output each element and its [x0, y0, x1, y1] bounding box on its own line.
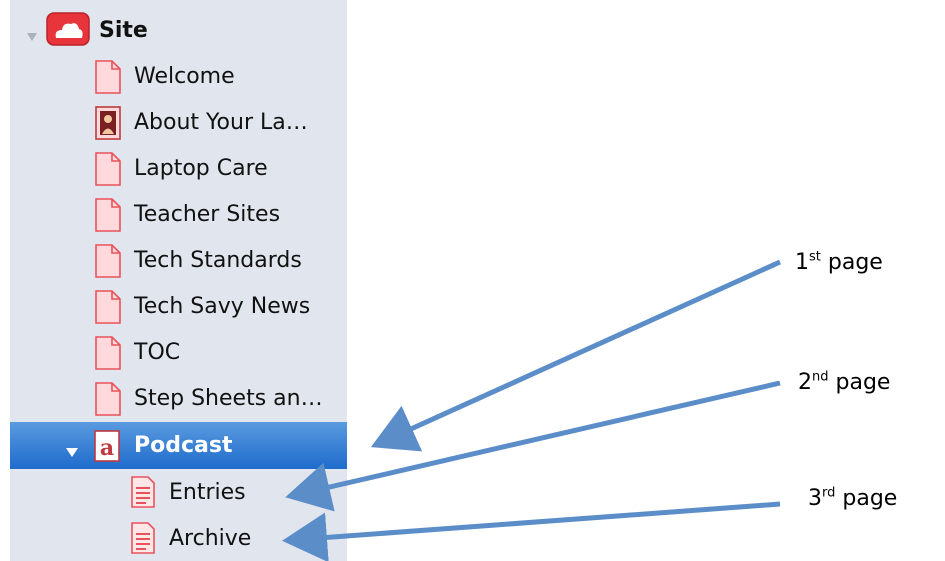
annotation-suffix: nd [812, 369, 829, 385]
annotation-text: page [827, 250, 883, 275]
arrow-2nd-page [285, 380, 781, 512]
annotation-2nd-page: 2nd page [798, 370, 890, 395]
annotation-arrows [282, 259, 782, 561]
annotation-suffix: rd [822, 485, 836, 501]
annotation-number: 1 [795, 250, 809, 275]
arrow-3rd-page [282, 501, 781, 561]
annotation-number: 3 [808, 486, 822, 511]
arrow-1st-page [370, 259, 782, 452]
annotation-suffix: st [809, 249, 821, 265]
annotation-text: page [835, 370, 891, 395]
annotation-3rd-page: 3rd page [808, 486, 897, 511]
annotation-text: page [842, 486, 898, 511]
annotation-number: 2 [798, 370, 812, 395]
annotation-1st-page: 1st page [795, 250, 883, 275]
